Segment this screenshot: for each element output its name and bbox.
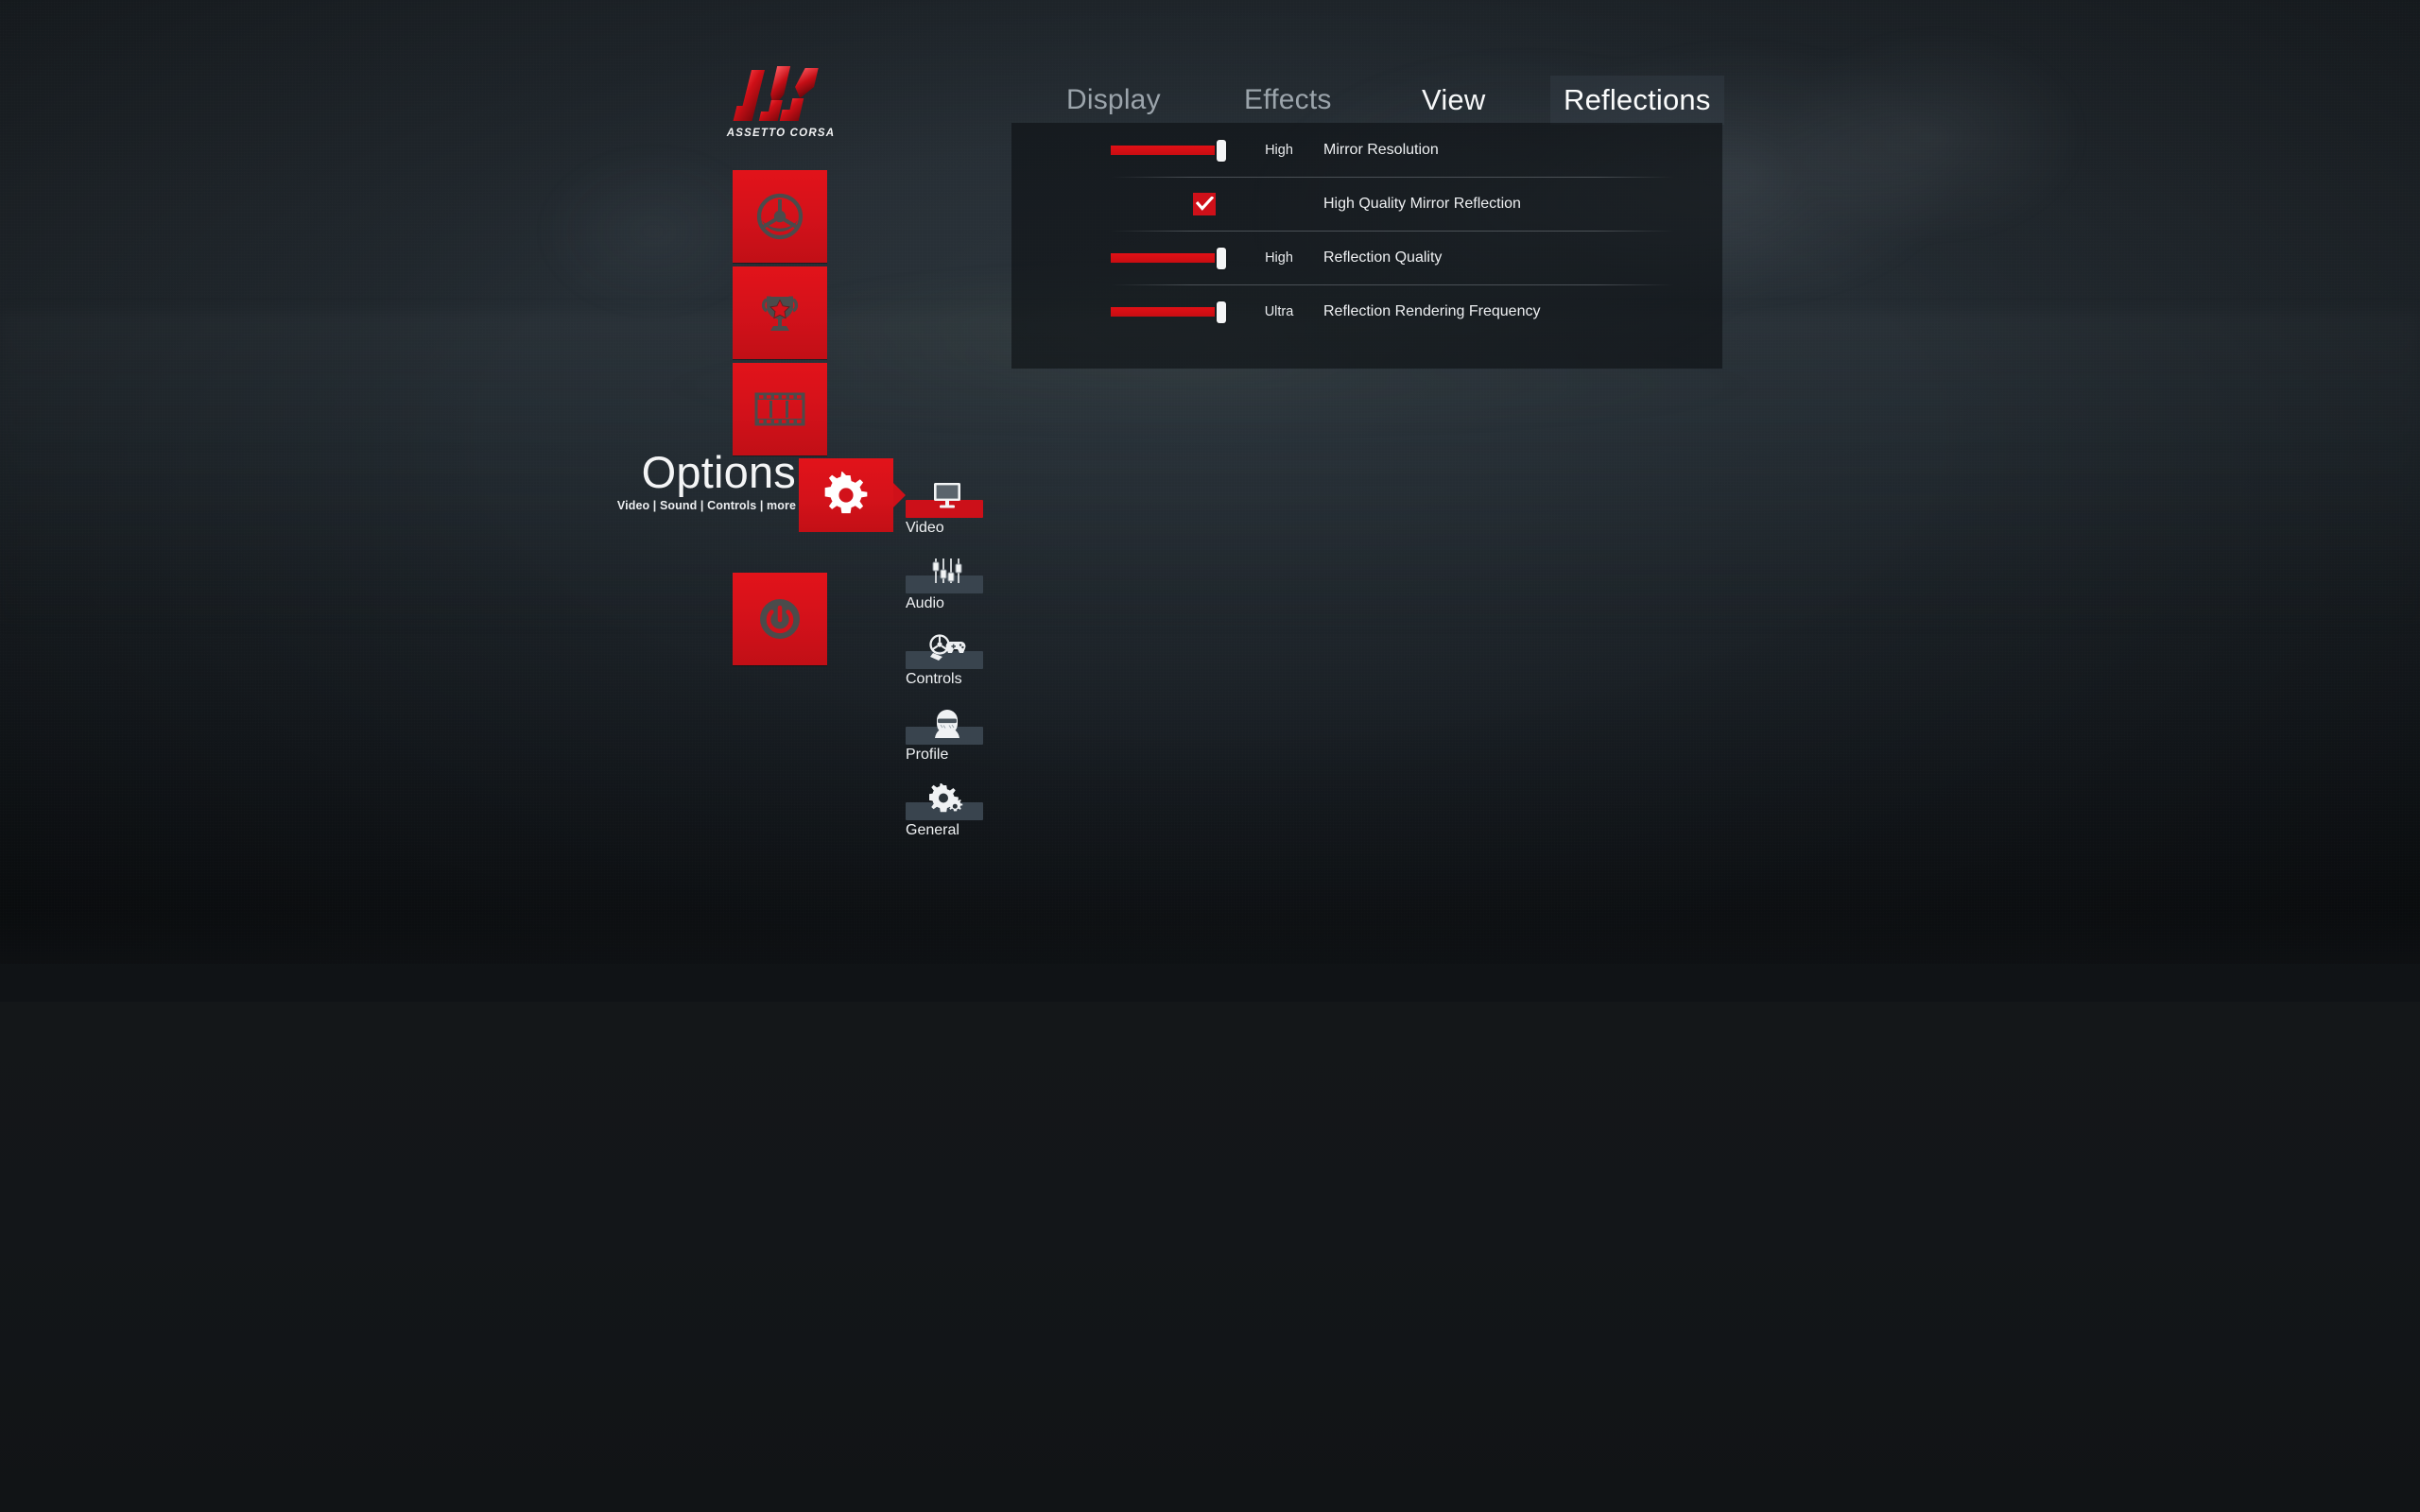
reflection-rendering-frequency-label: Reflection Rendering Frequency xyxy=(1323,302,1541,319)
submenu-item-profile[interactable]: Profile xyxy=(906,696,1038,772)
options-tile-pointer xyxy=(893,483,906,507)
high-quality-mirror-reflection-checkbox[interactable] xyxy=(1193,192,1216,215)
setting-row-high-quality-mirror-reflection: High Quality Mirror Reflection xyxy=(1011,177,1722,231)
mirror-resolution-label: Mirror Resolution xyxy=(1323,141,1439,158)
submenu-label: Audio xyxy=(906,595,944,611)
mirror-resolution-slider[interactable] xyxy=(1111,139,1228,162)
assetto-corsa-logo: ASSETTO CORSA xyxy=(726,59,836,142)
driver-helmet-icon xyxy=(926,700,968,738)
reflection-rendering-frequency-slider[interactable] xyxy=(1111,301,1228,323)
submenu-item-controls[interactable]: Controls xyxy=(906,621,1038,696)
slider-handle[interactable] xyxy=(1217,301,1226,323)
page-title-block: Options Video | Sound | Controls | more xyxy=(529,447,796,513)
app-root: ASSETTO CORSA Options Video | Sound | Co… xyxy=(0,0,2420,1512)
submenu-label: Controls xyxy=(906,671,962,687)
menu-tile-options[interactable] xyxy=(799,458,906,532)
tab-reflections[interactable]: Reflections xyxy=(1550,76,1724,125)
gear-icon xyxy=(799,458,893,532)
submenu-item-audio[interactable]: Audio xyxy=(906,545,1038,621)
slider-fill xyxy=(1111,145,1215,155)
tab-label: Display xyxy=(1066,84,1161,115)
check-icon xyxy=(1195,196,1214,211)
menu-tile-career[interactable] xyxy=(733,266,827,359)
reflection-quality-value: High xyxy=(1265,249,1293,266)
slider-fill xyxy=(1111,252,1215,263)
tab-label: View xyxy=(1422,83,1486,116)
mirror-resolution-value: High xyxy=(1265,142,1293,158)
settings-panel: High Mirror Resolution High Quality Mirr… xyxy=(1011,123,1722,369)
submenu-item-general[interactable]: General xyxy=(906,772,1038,848)
steering-wheel-icon xyxy=(733,170,827,263)
video-settings-tabs: Display Effects View Reflections xyxy=(1011,76,1724,125)
slider-handle[interactable] xyxy=(1217,247,1226,269)
submenu-label: Video xyxy=(906,520,944,536)
setting-row-reflection-rendering-frequency: Ultra Reflection Rendering Frequency xyxy=(1011,284,1722,338)
high-quality-mirror-reflection-label: High Quality Mirror Reflection xyxy=(1323,195,1521,212)
tab-label: Reflections xyxy=(1564,83,1711,116)
logo-wordmark: ASSETTO CORSA xyxy=(726,128,836,139)
submenu-item-video[interactable]: Video xyxy=(906,470,1038,545)
setting-row-reflection-quality: High Reflection Quality xyxy=(1011,231,1722,284)
menu-tile-replay[interactable] xyxy=(733,363,827,455)
submenu-label: Profile xyxy=(906,747,949,763)
options-submenu: Video Audio Controls Profile General xyxy=(906,470,1038,848)
tab-label: Effects xyxy=(1244,84,1332,115)
menu-tile-quit[interactable] xyxy=(733,573,827,665)
film-strip-icon xyxy=(733,363,827,455)
power-icon xyxy=(733,573,827,665)
wheel-gamepad-icon xyxy=(926,625,968,662)
reflection-quality-slider[interactable] xyxy=(1111,247,1228,269)
menu-tile-drive[interactable] xyxy=(733,170,827,263)
slider-fill xyxy=(1111,306,1215,317)
monitor-icon xyxy=(926,473,968,511)
reflection-rendering-frequency-value: Ultra xyxy=(1264,303,1294,319)
tab-view[interactable]: View xyxy=(1409,76,1498,125)
page-title: Options xyxy=(641,447,796,497)
setting-row-mirror-resolution: High Mirror Resolution xyxy=(1011,123,1722,177)
slider-handle[interactable] xyxy=(1217,139,1226,162)
tab-effects[interactable]: Effects xyxy=(1231,76,1345,125)
letterbox-bottom xyxy=(0,1002,2420,1512)
trophy-icon xyxy=(733,266,827,359)
page-subtitle: Video | Sound | Controls | more xyxy=(616,499,796,512)
tab-display[interactable]: Display xyxy=(1053,76,1174,125)
reflection-quality-label: Reflection Quality xyxy=(1323,249,1443,266)
assetto-corsa-logo-icon xyxy=(733,66,819,121)
sliders-icon xyxy=(926,549,968,587)
gears-icon xyxy=(926,776,968,814)
submenu-label: General xyxy=(906,822,959,838)
